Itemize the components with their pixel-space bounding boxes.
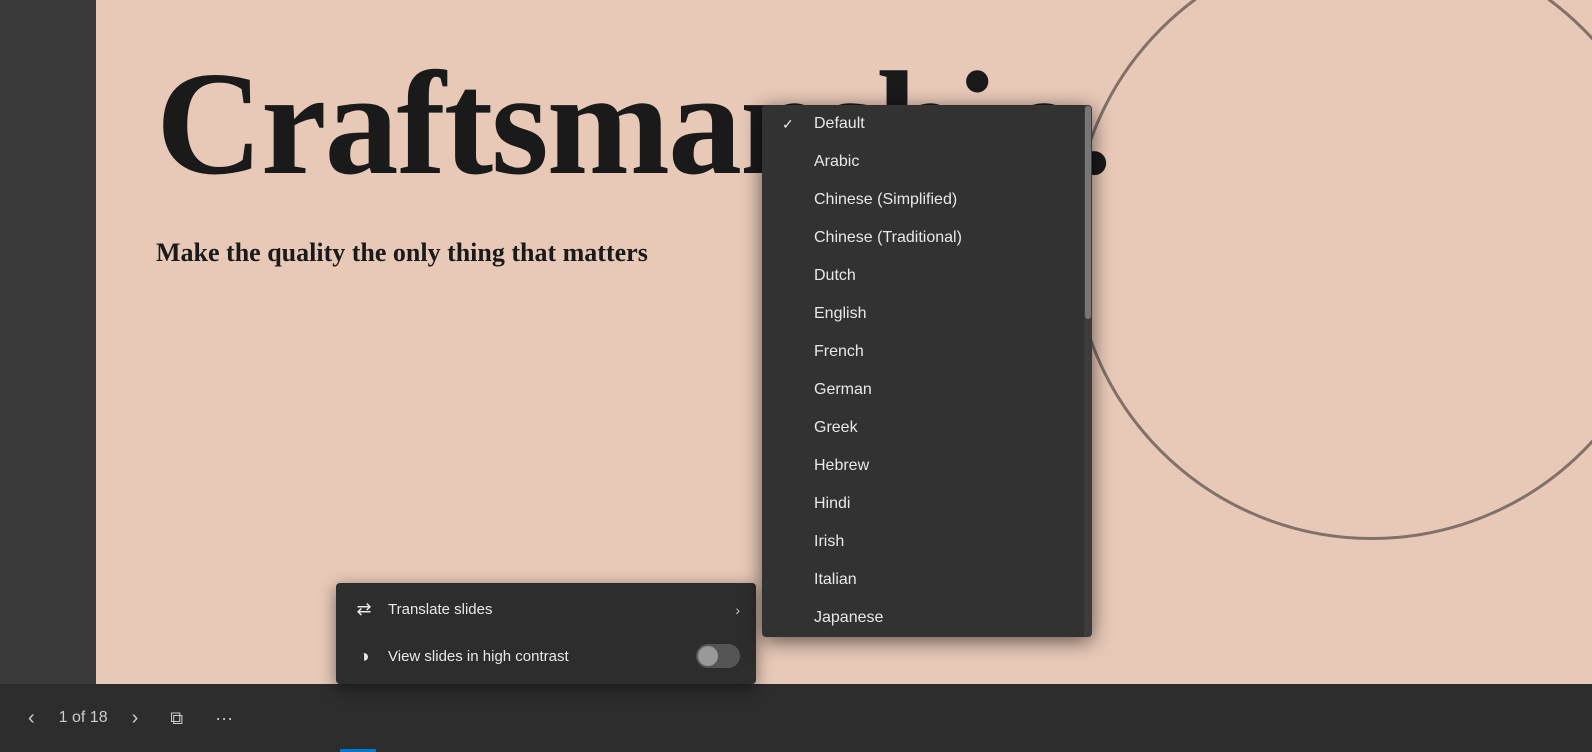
bottom-bar: ‹ 1 of 18 › ⧉ ··· <box>0 684 1592 752</box>
lang-label-chinese-simplified: Chinese (Simplified) <box>814 191 957 209</box>
lang-item-english[interactable]: English <box>762 295 1092 333</box>
lang-label-chinese-traditional: Chinese (Traditional) <box>814 229 962 247</box>
left-sidebar <box>0 0 96 684</box>
prev-button[interactable]: ‹ <box>20 703 43 734</box>
lang-item-chinese-traditional[interactable]: Chinese (Traditional) <box>762 219 1092 257</box>
translate-icon: ⇄ <box>352 599 376 620</box>
context-menu: ⇄ Translate slides › ◑ View slides in hi… <box>336 583 756 684</box>
lang-label-french: French <box>814 343 864 361</box>
contrast-icon: ◑ <box>352 646 376 667</box>
lang-item-dutch[interactable]: Dutch <box>762 257 1092 295</box>
more-button[interactable]: ··· <box>207 704 241 733</box>
lang-item-hebrew[interactable]: Hebrew <box>762 447 1092 485</box>
lang-label-japanese: Japanese <box>814 609 883 627</box>
translate-label: Translate slides <box>388 601 723 618</box>
high-contrast-item[interactable]: ◑ View slides in high contrast <box>336 632 756 680</box>
circle-decoration <box>1072 0 1592 540</box>
lang-item-chinese-simplified[interactable]: Chinese (Simplified) <box>762 181 1092 219</box>
language-dropdown: ✓ Default Arabic Chinese (Simplified) Chines… <box>762 105 1092 637</box>
lang-item-greek[interactable]: Greek <box>762 409 1092 447</box>
high-contrast-toggle[interactable] <box>696 644 740 668</box>
lang-label-hebrew: Hebrew <box>814 457 869 475</box>
lang-label-italian: Italian <box>814 571 857 589</box>
dropdown-scrollbar[interactable] <box>1084 105 1092 637</box>
high-contrast-label: View slides in high contrast <box>388 648 684 665</box>
page-info: 1 of 18 <box>59 709 108 727</box>
lang-label-english: English <box>814 305 866 323</box>
lang-label-default: Default <box>814 115 865 133</box>
lang-item-french[interactable]: French <box>762 333 1092 371</box>
scrollbar-thumb <box>1085 106 1091 319</box>
translate-slides-item[interactable]: ⇄ Translate slides › <box>336 587 756 632</box>
lang-item-hindi[interactable]: Hindi <box>762 485 1092 523</box>
lang-item-japanese[interactable]: Japanese <box>762 599 1092 637</box>
lang-item-italian[interactable]: Italian <box>762 561 1092 599</box>
lang-label-hindi: Hindi <box>814 495 850 513</box>
lang-item-arabic[interactable]: Arabic <box>762 143 1092 181</box>
lang-label-greek: Greek <box>814 419 858 437</box>
lang-label-arabic: Arabic <box>814 153 859 171</box>
next-button[interactable]: › <box>124 703 147 734</box>
lang-label-irish: Irish <box>814 533 844 551</box>
arrow-icon: › <box>735 602 740 618</box>
lang-item-german[interactable]: German <box>762 371 1092 409</box>
lang-item-irish[interactable]: Irish <box>762 523 1092 561</box>
lang-label-dutch: Dutch <box>814 267 856 285</box>
lang-item-default[interactable]: ✓ Default <box>762 105 1092 143</box>
copy-button[interactable]: ⧉ <box>162 704 191 733</box>
lang-checkmark-default: ✓ <box>782 116 800 133</box>
lang-label-german: German <box>814 381 872 399</box>
